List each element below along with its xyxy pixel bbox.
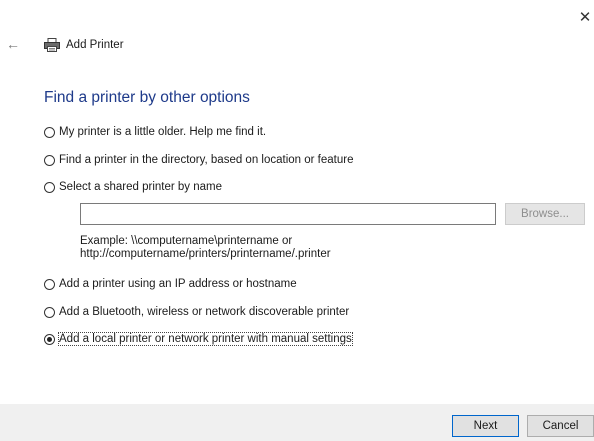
option-local-printer[interactable]: Add a local printer or network printer w… bbox=[44, 332, 353, 346]
close-button[interactable]: ✕ bbox=[578, 9, 592, 26]
printer-icon bbox=[44, 38, 60, 52]
radio-shared-printer[interactable] bbox=[44, 181, 55, 193]
radio-bluetooth-wireless[interactable] bbox=[44, 306, 55, 318]
option-shared-printer[interactable]: Select a shared printer by name bbox=[44, 181, 222, 193]
option-directory-search[interactable]: Find a printer in the directory, based o… bbox=[44, 154, 353, 166]
cancel-button[interactable]: Cancel bbox=[527, 415, 594, 437]
back-arrow-icon: ← bbox=[6, 36, 20, 52]
radio-directory-search[interactable] bbox=[44, 154, 55, 166]
close-icon: ✕ bbox=[578, 9, 592, 26]
page-heading: Find a printer by other options bbox=[44, 89, 250, 106]
radio-ip-address[interactable] bbox=[44, 278, 55, 290]
next-button[interactable]: Next bbox=[452, 415, 519, 437]
browse-button[interactable]: Browse... bbox=[505, 203, 585, 225]
example-text: Example: \\computername\printername or h… bbox=[80, 235, 331, 261]
option-bluetooth-wireless[interactable]: Add a Bluetooth, wireless or network dis… bbox=[44, 306, 349, 318]
option-ip-address-label: Add a printer using an IP address or hos… bbox=[59, 278, 297, 290]
radio-older-printer[interactable] bbox=[44, 126, 55, 138]
window-header: Add Printer bbox=[44, 38, 124, 52]
example-line-2: http://computername/printers/printername… bbox=[80, 248, 331, 260]
option-ip-address[interactable]: Add a printer using an IP address or hos… bbox=[44, 278, 297, 290]
option-shared-printer-label: Select a shared printer by name bbox=[59, 181, 223, 193]
option-older-printer[interactable]: My printer is a little older. Help me fi… bbox=[44, 126, 266, 138]
back-button[interactable]: ← bbox=[6, 37, 20, 51]
option-older-printer-label: My printer is a little older. Help me fi… bbox=[59, 126, 267, 138]
radio-local-printer[interactable] bbox=[44, 333, 55, 345]
option-bluetooth-wireless-label: Add a Bluetooth, wireless or network dis… bbox=[59, 306, 350, 318]
shared-printer-name-input[interactable] bbox=[80, 203, 496, 225]
option-directory-search-label: Find a printer in the directory, based o… bbox=[59, 154, 354, 166]
option-local-printer-label: Add a local printer or network printer w… bbox=[58, 332, 353, 346]
window-title: Add Printer bbox=[66, 39, 124, 51]
example-line-1: Example: \\computername\printername or bbox=[80, 235, 293, 247]
